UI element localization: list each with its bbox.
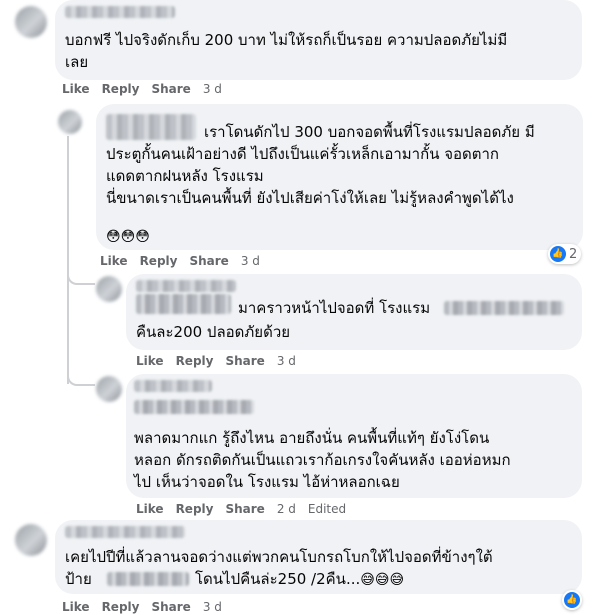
comment-timestamp[interactable]: 3 d [203,600,222,614]
like-button[interactable]: Like [136,502,164,516]
thread-elbow [67,364,95,386]
reply-button[interactable]: Reply [176,354,214,368]
reaction-count[interactable]: 👍 2 [548,244,582,264]
share-button[interactable]: Share [151,600,190,614]
comment-timestamp[interactable]: 2 d [277,502,296,516]
comment-bubble: เคยไปปีที่แล้วลานจอดว่างแต่พวกคนโบกรถโบก… [55,520,582,594]
comment-text: ป้าย [65,570,92,588]
emoji-row: 😅😅😅 [360,572,405,588]
comment-actions: Like Reply Share 2 d Edited [136,502,346,516]
comment-bubble: บอกฟรี ไปจริงดักเก็บ 200 บาท ไม่ให้รถก็เ… [55,0,582,80]
comment-actions: Like Reply Share 3 d [100,254,260,268]
comment-bubble: พลาดมากแก รู้ถึงไหน อายถึงนั่น คนพื้นที่… [126,374,582,498]
share-button[interactable]: Share [225,502,264,516]
like-button[interactable]: Like [62,600,90,614]
edited-label[interactable]: Edited [308,502,346,516]
avatar[interactable] [96,276,122,302]
like-button[interactable]: Like [100,254,128,268]
like-icon: 👍 [564,592,580,608]
like-icon: 👍 [550,246,566,262]
comment-actions: Like Reply Share 3 d [62,82,222,96]
comment-actions: Like Reply Share 3 d [136,354,296,368]
reply-button[interactable]: Reply [176,502,214,516]
reply-button[interactable]: Reply [102,600,140,614]
redacted-text [444,301,564,315]
comment-text: บอกฟรี ไปจริงดักเก็บ 200 บาท ไม่ให้รถก็เ… [65,31,508,71]
redacted-text [136,294,231,314]
like-button[interactable]: Like [136,354,164,368]
avatar[interactable] [58,110,82,134]
comment-timestamp[interactable]: 3 d [203,82,222,96]
share-button[interactable]: Share [151,82,190,96]
redacted-text [107,572,189,586]
thread-elbow [67,265,95,285]
comment-bubble: เราโดนดักไป 300 บอกจอดพื้นที่โรงแรมปลอดภ… [96,104,583,250]
comment-timestamp[interactable]: 3 d [277,354,296,368]
comment-text: คืนละ200 ปลอดภัยด้วย [136,323,291,341]
reply-button[interactable]: Reply [102,82,140,96]
avatar[interactable] [15,524,47,556]
commenter-name[interactable] [134,380,212,392]
avatar[interactable] [15,6,47,38]
comment-actions: Like Reply Share 3 d [62,600,222,614]
emoji-row: 😳😳😳 [106,229,150,245]
share-button[interactable]: Share [225,354,264,368]
comment-text: พลาดมากแก รู้ถึงไหน อายถึงนั่น คนพื้นที่… [134,429,511,491]
redacted-text [134,400,254,414]
comment-text: โดนไปคืนล่ะ250 /2คืน...😅😅😅 [195,570,405,588]
commenter-name[interactable] [136,280,236,292]
commenter-name[interactable] [65,526,185,538]
comment-text: ประตูกั้นคนเฝ้าอย่างดี ไปถึงเป็นแค่รั้วเ… [106,145,514,207]
thread-line [67,136,69,384]
comment-text: เราโดนดักไป 300 บอกจอดพื้นที่โรงแรมปลอดภ… [204,123,535,141]
commenter-name[interactable] [65,6,175,18]
comment-timestamp[interactable]: 3 d [241,254,260,268]
comment-bubble: มาคราวหน้าไปจอดที่ โรงแรม คืนละ200 ปลอดภ… [126,274,582,350]
avatar[interactable] [96,376,122,402]
reaction-icon[interactable]: 👍 [562,590,582,610]
comment-text: เคยไปปีที่แล้วลานจอดว่างแต่พวกคนโบกรถโบก… [65,548,493,566]
like-button[interactable]: Like [62,82,90,96]
share-button[interactable]: Share [189,254,228,268]
reply-button[interactable]: Reply [140,254,178,268]
